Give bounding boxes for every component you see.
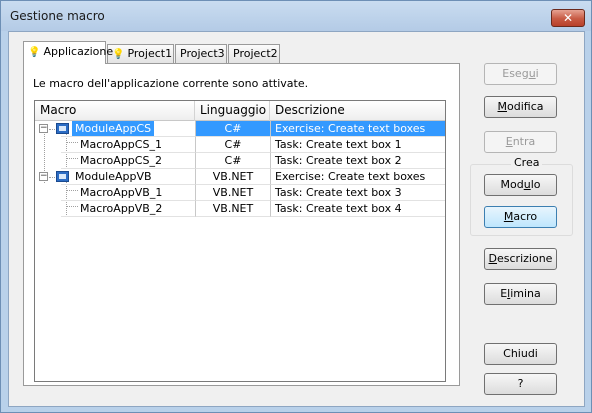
column-header-linguaggio[interactable]: Linguaggio [195,101,270,121]
table-row[interactable]: MacroAppCS_2 C# Task: Create text box 2 [35,153,445,169]
description-cell: Task: Create text box 1 [270,137,445,153]
button-label-part: escrizione [497,252,553,265]
close-icon: ✕ [562,11,574,25]
language-cell: VB.NET [195,185,270,201]
column-header-descrizione[interactable]: Descrizione [270,101,445,121]
descrizione-button[interactable]: Descrizione [484,248,557,270]
macro-tree-grid[interactable]: Macro Linguaggio Descrizione − ModuleApp… [34,100,446,382]
button-accesskey: M [497,100,508,113]
tab-project2[interactable]: Project2 [228,44,280,63]
macro-cell: MacroAppCS_2 [35,153,195,169]
bulb-icon: 💡 [112,49,125,60]
tab-applicazione[interactable]: 💡 Applicazione [23,41,113,64]
language-cell: VB.NET [195,169,270,185]
button-label-part: odifica [507,100,544,113]
button-accesskey: M [503,210,514,223]
button-label-part: lo [530,178,541,191]
column-header-macro[interactable]: Macro [35,101,195,121]
dialog-client-area: 💡 Applicazione 💡 Project1 Project3 Project… [8,31,585,407]
tree-line [49,177,55,178]
grid-header: Macro Linguaggio Descrizione [35,101,445,121]
tab-project1[interactable]: 💡 Project1 [107,44,174,63]
tab-label: Applicazione [43,45,114,58]
button-label-part: Mod [500,178,524,191]
macro-name: MacroAppVB_1 [80,186,163,199]
macro-cell: MacroAppVB_2 [35,201,195,217]
tab-project3[interactable]: Project3 [175,44,227,63]
crea-group-label: Crea [511,156,543,169]
macro-name: MacroAppCS_2 [80,154,162,167]
macro-button[interactable]: Macro [484,206,557,228]
tab-label: Project1 [127,47,173,60]
tab-page-applicazione: Le macro dell'applicazione corrente sono… [23,63,460,386]
description-cell: Exercise: Create text boxes [270,169,445,185]
button-label-part: Eseg [502,67,529,80]
button-accesskey: u [523,178,531,191]
macro-cell: MacroAppCS_1 [35,137,195,153]
table-row[interactable]: − ModuleAppVB VB.NET Exercise: Create te… [35,169,445,185]
help-button[interactable]: ? [484,373,557,395]
elimina-button[interactable]: Elimina [484,283,557,305]
table-row[interactable]: − ModuleAppCS C# Exercise: Create text b… [35,121,445,137]
macro-manager-window: Gestione macro ✕ 💡 Applicazione 💡 Project1… [0,0,592,413]
esegui-button[interactable]: Esegui [484,63,557,85]
table-row[interactable]: MacroAppVB_1 VB.NET Task: Create text bo… [35,185,445,201]
macro-cell: − ModuleAppCS [35,121,195,137]
button-label-part: imina [510,287,541,300]
description-cell: Task: Create text box 4 [270,201,445,217]
collapse-icon[interactable]: − [39,124,48,133]
button-accesskey: D [488,252,498,265]
button-accesskey: u [528,67,536,80]
tree-line [49,129,55,130]
macro-name: MacroAppCS_1 [80,138,162,151]
button-label-part: i [535,67,539,80]
modulo-button[interactable]: Modulo [484,174,557,196]
module-icon [56,171,69,182]
collapse-icon[interactable]: − [39,172,48,181]
language-cell: C# [195,153,270,169]
row-divider [61,216,195,217]
modifica-button[interactable]: Modifica [484,96,557,118]
bulb-icon: 💡 [28,47,41,58]
table-row[interactable]: MacroAppCS_1 C# Task: Create text box 1 [35,137,445,153]
button-accesskey: E [505,135,513,148]
title-bar[interactable]: Gestione macro ✕ [1,1,591,31]
macro-cell: − ModuleAppVB [35,169,195,185]
tab-label: Project3 [180,47,225,60]
table-row[interactable]: MacroAppVB_2 VB.NET Task: Create text bo… [35,201,445,217]
language-cell: C# [195,121,270,137]
entra-button[interactable]: Entra [484,131,557,153]
close-button[interactable]: ✕ [551,9,585,27]
module-icon [56,123,69,134]
description-cell: Exercise: Create text boxes [270,121,445,137]
language-cell: VB.NET [195,201,270,217]
macro-name: ModuleAppVB [75,170,152,183]
macro-name: MacroAppVB_2 [80,202,163,215]
description-cell: Task: Create text box 3 [270,185,445,201]
language-cell: C# [195,137,270,153]
tab-label: Project2 [233,47,278,60]
macro-name: ModuleAppCS [72,121,155,137]
info-text: Le macro dell'applicazione corrente sono… [33,77,309,90]
macro-cell: MacroAppVB_1 [35,185,195,201]
chiudi-button[interactable]: Chiudi [484,343,557,365]
button-label-part: acro [513,210,538,223]
window-title: Gestione macro [10,9,105,23]
description-cell: Task: Create text box 2 [270,153,445,169]
button-label-part: ntra [512,135,536,148]
